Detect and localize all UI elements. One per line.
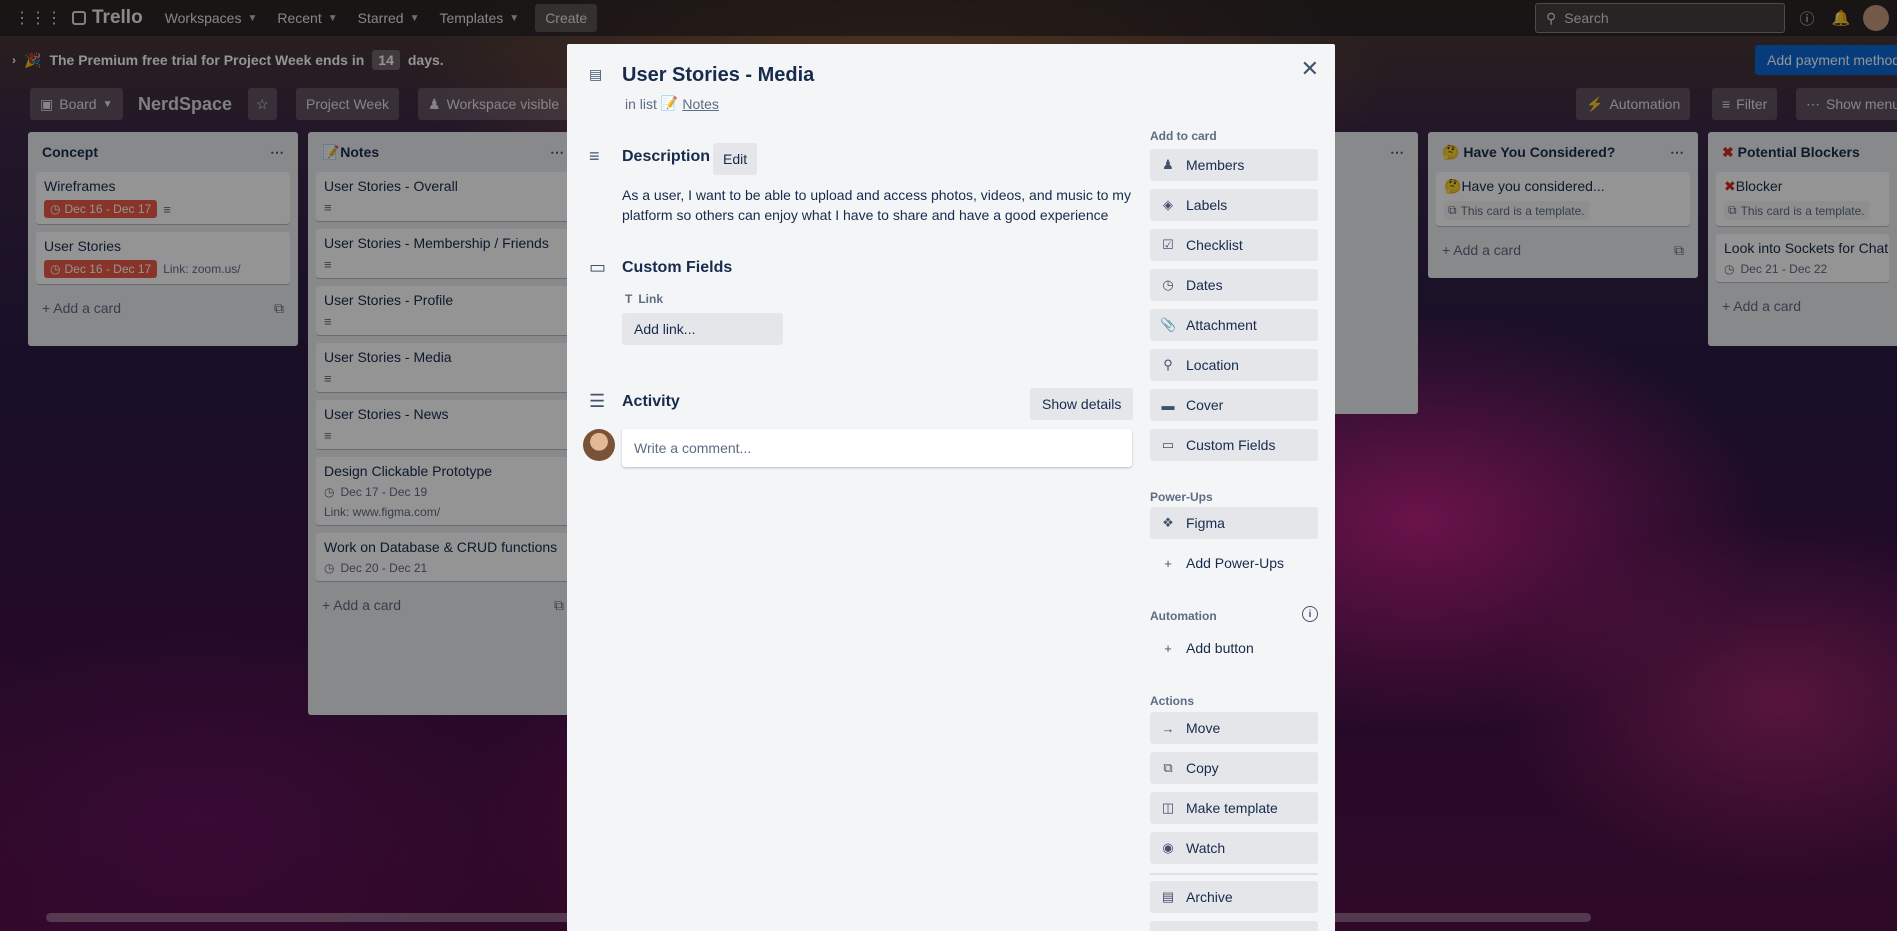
- make-template-label: Make template: [1186, 800, 1278, 816]
- link-label-text: Link: [638, 292, 664, 306]
- copy-label: Copy: [1186, 760, 1219, 776]
- description-heading: Description: [622, 148, 711, 165]
- add-power-ups-label: Add Power-Ups: [1186, 555, 1285, 571]
- card-list-info: in list 📝 Notes: [625, 95, 719, 112]
- list-link[interactable]: Notes: [682, 96, 719, 112]
- description-icon: ≡: [589, 146, 600, 166]
- checkbox-icon: ☑: [1162, 237, 1174, 252]
- text-type-icon: T: [625, 292, 633, 306]
- figma-label: Figma: [1186, 515, 1225, 531]
- card-detail-modal: ✕ ▤ User Stories - Media in list 📝 Notes ≡…: [567, 44, 1335, 931]
- location-pin-icon: ⚲: [1163, 357, 1173, 372]
- link-field-input[interactable]: Add link...: [622, 313, 783, 345]
- add-button-label: Add button: [1186, 640, 1254, 656]
- add-button-button[interactable]: + Add button: [1150, 632, 1318, 664]
- archive-button[interactable]: ▤ Archive: [1150, 881, 1318, 913]
- labels-button[interactable]: ◈ Labels: [1150, 189, 1318, 221]
- share-button-partial[interactable]: [1150, 921, 1318, 931]
- card-title-heading[interactable]: User Stories - Media: [622, 64, 814, 87]
- attachment-label: Attachment: [1186, 317, 1257, 333]
- custom-fields-label: Custom Fields: [1186, 437, 1276, 453]
- make-template-button[interactable]: ◫ Make template: [1150, 792, 1318, 824]
- automation-heading: Automation: [1150, 609, 1217, 623]
- watch-button[interactable]: ◉ Watch: [1150, 832, 1318, 864]
- labels-label: Labels: [1186, 197, 1228, 213]
- dates-label: Dates: [1186, 277, 1223, 293]
- sidebar-divider: [1150, 873, 1318, 875]
- members-button[interactable]: ♟ Members: [1150, 149, 1318, 181]
- arrow-right-icon: →: [1161, 720, 1175, 736]
- person-icon: ♟: [1162, 157, 1174, 172]
- custom-fields-heading: Custom Fields: [622, 259, 733, 276]
- add-to-card-heading: Add to card: [1150, 129, 1217, 143]
- custom-fields-button[interactable]: ▭ Custom Fields: [1150, 429, 1318, 461]
- template-icon: ◫: [1161, 800, 1175, 815]
- copy-button[interactable]: ⧉ Copy: [1150, 752, 1318, 784]
- watch-label: Watch: [1186, 840, 1226, 856]
- info-icon[interactable]: i: [1302, 606, 1318, 622]
- location-button[interactable]: ⚲ Location: [1150, 349, 1318, 381]
- actions-heading: Actions: [1150, 694, 1195, 708]
- paperclip-icon: 📎: [1160, 317, 1177, 332]
- archive-icon: ▤: [1161, 889, 1175, 904]
- members-label: Members: [1186, 157, 1245, 173]
- cover-label: Cover: [1186, 397, 1224, 413]
- plus-icon: +: [1164, 640, 1172, 656]
- link-field-label: T Link: [625, 292, 663, 306]
- avatar[interactable]: [583, 429, 615, 461]
- edit-description-button[interactable]: Edit: [713, 143, 758, 175]
- figma-button[interactable]: ❖ Figma: [1150, 507, 1318, 539]
- figma-icon: ❖: [1162, 515, 1174, 530]
- move-button[interactable]: → Move: [1150, 712, 1318, 744]
- cover-icon: ▬: [1161, 397, 1175, 413]
- clock-icon: ◷: [1162, 277, 1174, 292]
- activity-heading: Activity: [622, 393, 680, 410]
- attachment-button[interactable]: 📎 Attachment: [1150, 309, 1318, 341]
- power-ups-heading: Power-Ups: [1150, 490, 1213, 504]
- move-label: Move: [1186, 720, 1221, 736]
- dates-button[interactable]: ◷ Dates: [1150, 269, 1318, 301]
- card-icon: ▤: [589, 66, 603, 82]
- eye-icon: ◉: [1162, 840, 1174, 855]
- checklist-button[interactable]: ☑ Checklist: [1150, 229, 1318, 261]
- location-label: Location: [1186, 357, 1239, 373]
- custom-fields-icon: ▭: [589, 257, 607, 277]
- copy-icon: ⧉: [1163, 760, 1173, 775]
- activity-icon: ☰: [589, 391, 606, 411]
- checklist-label: Checklist: [1186, 237, 1243, 253]
- note-icon: 📝: [660, 95, 679, 111]
- add-power-ups-button[interactable]: + Add Power-Ups: [1150, 547, 1318, 579]
- comment-input[interactable]: Write a comment...: [622, 429, 1132, 467]
- tag-icon: ◈: [1163, 197, 1173, 212]
- show-details-button[interactable]: Show details: [1030, 388, 1134, 420]
- archive-label: Archive: [1186, 889, 1233, 905]
- description-text[interactable]: As a user, I want to be able to upload a…: [622, 185, 1142, 225]
- cover-button[interactable]: ▬ Cover: [1150, 389, 1318, 421]
- in-list-label: in list: [625, 95, 657, 112]
- custom-fields-icon: ▭: [1161, 437, 1175, 452]
- plus-icon: +: [1164, 555, 1172, 571]
- close-icon[interactable]: ✕: [1301, 56, 1319, 82]
